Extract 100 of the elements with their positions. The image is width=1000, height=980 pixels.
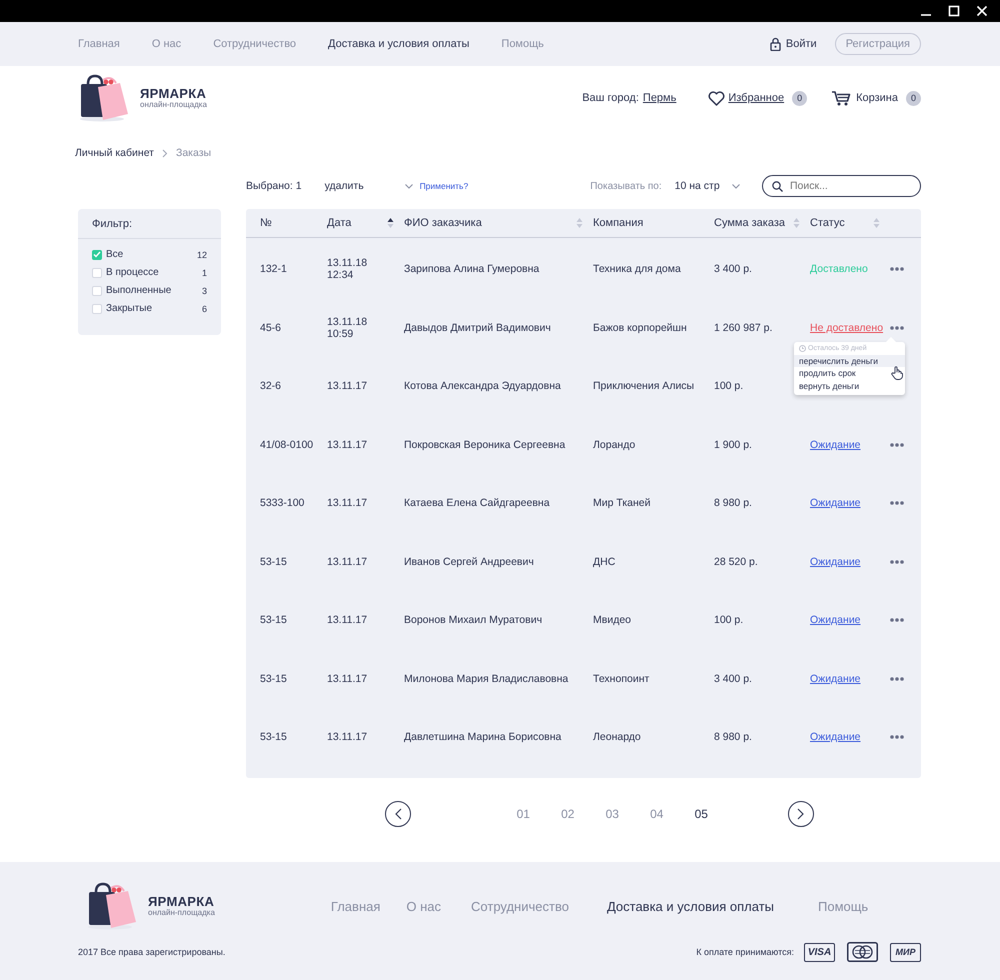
column-header[interactable]: ФИО заказчика [404,217,482,229]
status-link[interactable]: Ожидание [810,438,861,451]
nav-link[interactable]: О нас [152,38,182,50]
filter-label: Все [106,249,124,260]
more-icon[interactable] [890,676,904,681]
more-icon[interactable] [890,735,904,740]
page-link[interactable]: 05 [679,807,724,821]
company-cell: Мир Тканей [593,497,650,510]
menu-item[interactable]: перечислить деньги [794,354,905,367]
favorites-link[interactable]: Избранное [728,92,784,104]
login-link[interactable]: Войти [786,38,817,50]
company-cell: Леонардо [593,731,641,744]
status-link[interactable]: Ожидание [810,614,861,626]
column-header[interactable]: Компания [593,217,644,229]
more-icon[interactable] [890,501,904,506]
sum-cell: 3 400 р. [714,263,752,276]
customer-cell: Давлетшина Марина Борисовна [404,731,562,744]
company-cell: ДНС [593,556,616,568]
footer-link[interactable]: О нас [406,898,442,914]
date-cell-text: 13.11.17 [327,614,368,626]
column-header[interactable]: Статус [810,217,845,229]
footer-link[interactable]: Сотрудничество [471,898,569,914]
order-number-cell: 5333-100 [260,497,304,510]
more-icon[interactable] [890,326,904,330]
status-link[interactable]: Ожидание [810,556,861,568]
sum-cell: 100 р. [714,614,744,626]
sum-cell: 100 р. [714,380,744,392]
company-cell: Лорандо [593,438,636,451]
filter-count: 12 [196,250,207,260]
page-link[interactable]: 04 [634,807,679,821]
sum-cell: 1 900 р. [714,438,752,451]
order-number-cell: 45-6 [260,322,282,334]
date-cell-text: 13.11.17 [327,672,368,685]
status-link[interactable]: Ожидание [810,497,861,510]
logo-tagline: онлайн-площадка [140,100,207,109]
page-link[interactable]: 02 [546,807,590,821]
order-number-cell: 53-15 [260,672,287,685]
order-number-cell: 32-6 [260,380,282,392]
city-label: Ваш город: [582,92,639,104]
column-header[interactable]: Дата [327,217,352,229]
sum-cell: 1 260 987 р. [714,322,772,334]
date-cell-text: 13.11.17 [327,556,368,568]
checkbox[interactable] [92,304,102,314]
chevron-down-icon [404,184,413,188]
more-icon[interactable] [890,560,904,564]
per-page-select[interactable]: 10 на стр [674,180,740,192]
column-header[interactable]: № [260,217,272,229]
checkbox[interactable] [92,250,102,260]
close-icon[interactable] [976,5,988,17]
status-link[interactable]: Ожидание [810,731,861,744]
nav-link[interactable]: Главная [78,38,120,50]
customer-cell: Милонова Мария Владиславовна [404,672,568,685]
filter-count: 6 [200,304,207,314]
date-cell-text: 13.11.17 [327,731,368,744]
previous-page-button[interactable] [385,801,411,827]
order-number-cell: 53-15 [260,614,287,626]
apply-link[interactable]: Применить? [420,181,468,191]
sort-icon[interactable] [387,217,394,229]
city-link[interactable]: Пермь [642,92,676,104]
more-icon[interactable] [890,442,904,447]
status-link[interactable]: Ожидание [810,672,861,685]
page-link[interactable]: 03 [590,807,634,821]
checkbox[interactable] [92,268,102,278]
breadcrumb-link[interactable]: Личный кабинет [75,147,154,159]
footer-link[interactable]: Главная [330,898,380,914]
order-number-cell: 132-1 [260,263,287,276]
nav-link[interactable]: Помощь [501,38,544,50]
footer-link[interactable]: Помощь [818,898,868,914]
date-cell-text: 13.11.18 [327,316,368,328]
checkbox[interactable] [92,286,102,296]
search-field[interactable]: Поиск... [762,175,921,197]
lock-icon [770,37,781,51]
clock-icon [799,344,806,352]
action-select[interactable]: удалить [324,180,413,192]
nav-link[interactable]: Сотрудничество [213,38,296,50]
register-button[interactable]: Регистрация [834,33,921,55]
logo-title: ЯРМАРКА [140,87,207,100]
company-cell: Мвидео [593,614,631,626]
page-link[interactable]: 01 [501,807,546,821]
next-page-button[interactable] [788,801,814,827]
filter-count: 3 [200,286,207,296]
more-icon[interactable] [890,267,904,272]
date-cell-text: 13.11.17 [327,380,368,392]
column-header[interactable]: Сумма заказа [714,217,785,229]
nav-link[interactable]: Доставка и условия оплаты [328,38,470,50]
customer-cell: Покровская Вероника Сергеевна [404,438,566,451]
cart-link[interactable]: Корзина [856,92,898,104]
menu-item[interactable]: вернуть деньги [794,380,905,392]
footer-link[interactable]: Доставка и условия оплаты [606,898,774,914]
menu-item[interactable]: продлить срок [794,367,905,380]
order-number-cell: 53-15 [260,556,287,568]
sum-cell: 3 400 р. [714,672,752,685]
chevron-left-icon [394,808,402,820]
maximize-icon[interactable] [948,5,960,17]
sum-cell: 8 980 р. [714,497,752,510]
chevron-right-icon [797,808,804,820]
date-cell-text: 13.11.17 [327,438,368,451]
customer-cell: Котова Александра Эдуардовна [404,380,561,392]
status-link[interactable]: Не доставлено [810,322,884,334]
more-icon[interactable] [890,618,904,622]
